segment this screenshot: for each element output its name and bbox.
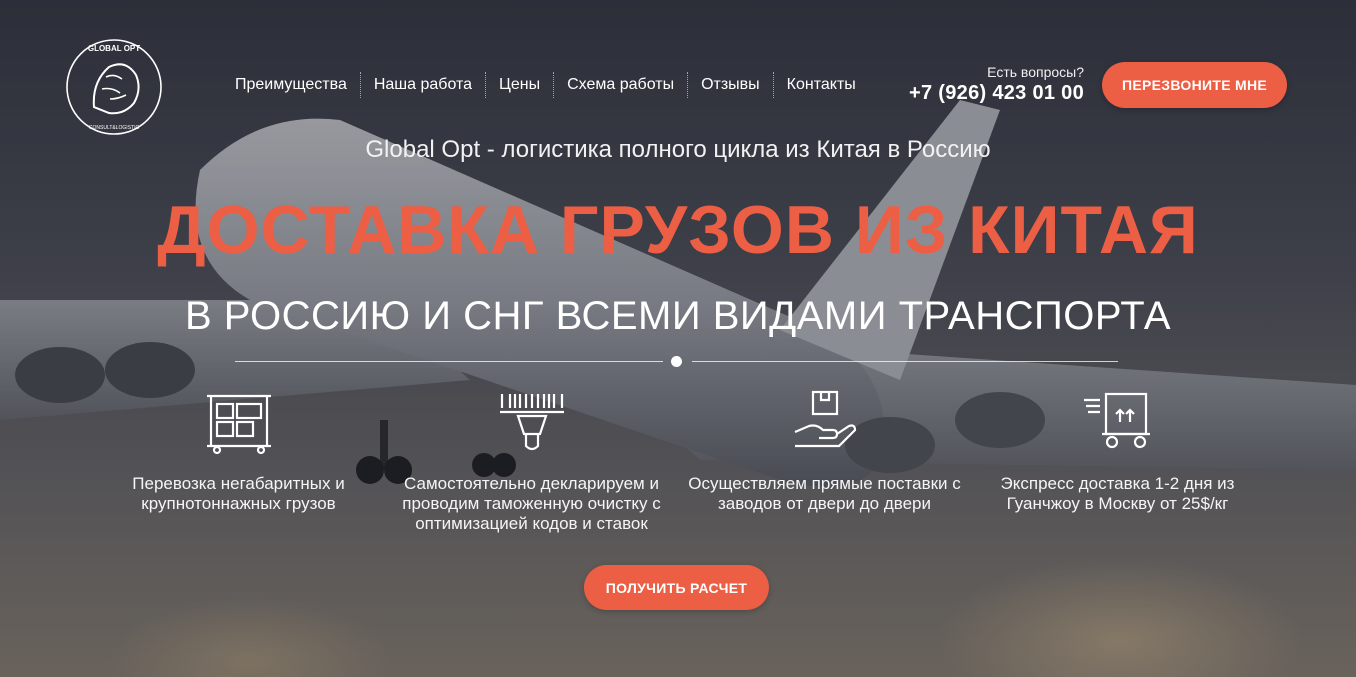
divider-left xyxy=(235,361,663,362)
feature-oversized-cargo: Перевозка негабаритных и крупнотоннажных… xyxy=(92,386,385,534)
express-cart-icon xyxy=(1083,392,1150,449)
features-row: Перевозка негабаритных и крупнотоннажных… xyxy=(92,386,1264,534)
feature-text: Самостоятельно декларируем и проводим та… xyxy=(402,474,661,533)
nav-prices[interactable]: Цены xyxy=(486,72,555,98)
box-in-hand-icon xyxy=(794,390,856,448)
barcode-scanner-icon xyxy=(499,394,564,451)
hero-headline: ДОСТАВКА ГРУЗОВ ИЗ КИТАЯ xyxy=(157,192,1199,268)
nav-workflow[interactable]: Схема работы xyxy=(554,72,689,98)
feature-text: Осуществляем прямые поставки с заводов о… xyxy=(688,474,961,513)
feature-customs: Самостоятельно декларируем и проводим та… xyxy=(385,386,678,534)
nav-contacts[interactable]: Контакты xyxy=(774,72,869,98)
hero-subtitle: Global Opt - логистика полного цикла из … xyxy=(365,136,991,163)
feature-direct-supply: Осуществляем прямые поставки с заводов о… xyxy=(678,386,971,534)
company-logo[interactable]: GLOBAL OPT CONSULT&LOGISTIC xyxy=(64,37,164,137)
divider-right xyxy=(692,361,1118,362)
feature-express: Экспресс доставка 1-2 дня из Гуанчжоу в … xyxy=(971,386,1264,534)
hero-headline-secondary: В РОССИЮ И СНГ ВСЕМИ ВИДАМИ ТРАНСПОРТА xyxy=(184,294,1172,338)
phone-number[interactable]: +7 (926) 423 01 00 xyxy=(909,80,1084,106)
questions-label: Есть вопросы? xyxy=(987,64,1084,80)
cargo-icon xyxy=(206,394,271,455)
logo-bottom-text: CONSULT&LOGISTIC xyxy=(89,125,140,131)
get-quote-button[interactable]: ПОЛУЧИТЬ РАСЧЕТ xyxy=(584,565,769,610)
callback-button[interactable]: ПЕРЕЗВОНИТЕ МНЕ xyxy=(1102,62,1287,108)
contact-block: Есть вопросы? +7 (926) 423 01 00 xyxy=(909,64,1084,106)
divider-dot xyxy=(671,356,682,367)
main-nav: Преимущества Наша работа Цены Схема рабо… xyxy=(222,72,869,98)
nav-our-work[interactable]: Наша работа xyxy=(361,72,487,98)
feature-text: Перевозка негабаритных и крупнотоннажных… xyxy=(132,474,345,513)
nav-reviews[interactable]: Отзывы xyxy=(688,72,774,98)
nav-advantages[interactable]: Преимущества xyxy=(222,72,361,98)
logo-top-text: GLOBAL OPT xyxy=(88,44,140,53)
feature-text: Экспресс доставка 1-2 дня из Гуанчжоу в … xyxy=(1000,474,1235,513)
